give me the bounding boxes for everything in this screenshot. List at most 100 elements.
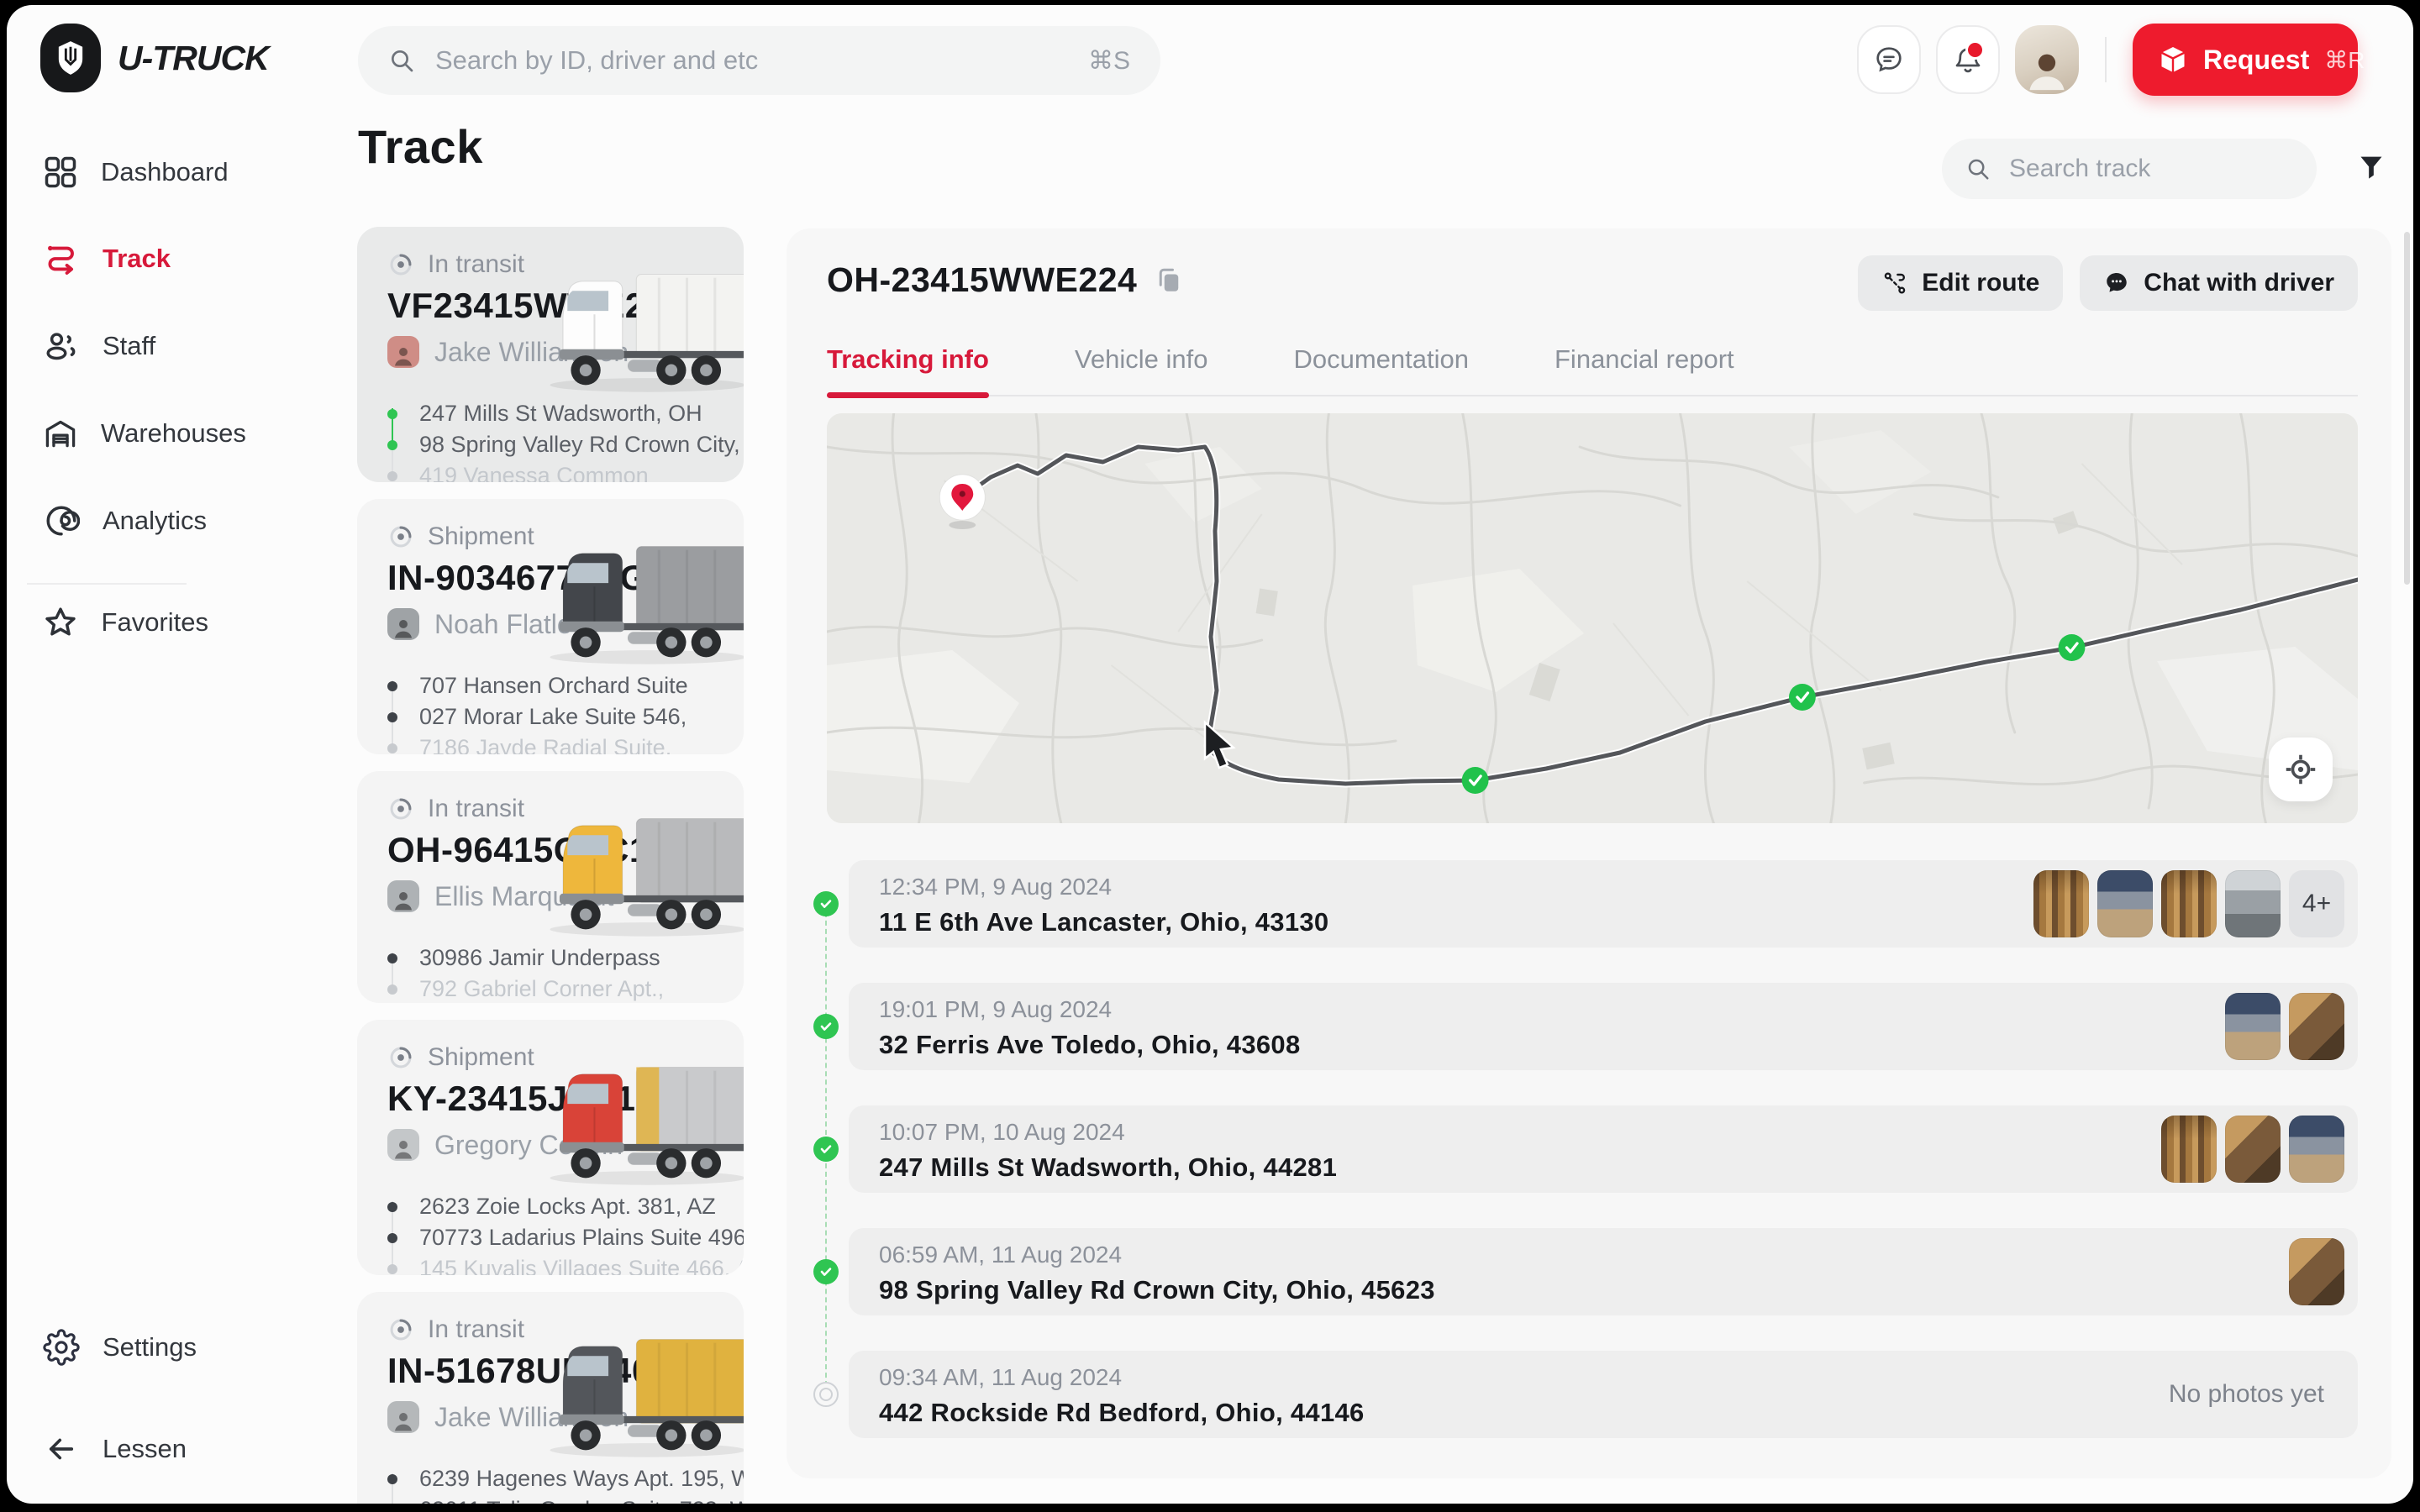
timeline-entry: 10:07 PM, 10 Aug 2024 247 Mills St Wadsw…: [812, 1105, 2358, 1193]
checkpoint-time: 06:59 AM, 11 Aug 2024: [879, 1242, 1122, 1268]
timeline-card[interactable]: 06:59 AM, 11 Aug 2024 98 Spring Valley R…: [849, 1228, 2358, 1315]
sidebar-item-settings[interactable]: Settings: [7, 1321, 208, 1373]
global-search-input[interactable]: [434, 45, 1088, 76]
edit-route-button[interactable]: Edit route: [1858, 255, 2063, 311]
stop-photo[interactable]: [2289, 1238, 2344, 1305]
search-icon: [388, 47, 415, 74]
no-photos-label: No photos yet: [2169, 1351, 2324, 1438]
more-photos-badge[interactable]: 4+: [2289, 870, 2344, 937]
filter-button[interactable]: [2349, 146, 2393, 190]
stop-dot: [387, 1474, 397, 1484]
stop-list: 6239 Hagenes Ways Apt. 195, WI 62611 Tal…: [387, 1463, 665, 1504]
shipment-card[interactable]: Shipment KY-23415JNF155 Gregory Corwin 2…: [357, 1020, 744, 1275]
chat-bubble-filled-icon: [2103, 270, 2130, 297]
sidebar-item-favorites[interactable]: Favorites: [7, 596, 208, 648]
search-icon: [1965, 156, 1991, 181]
stop: 70773 Ladarius Plains Suite 496, AZ: [387, 1222, 665, 1253]
edit-route-icon: [1881, 270, 1908, 297]
status-icon: [387, 1044, 414, 1071]
tab-financial-report[interactable]: Financial report: [1555, 331, 1734, 395]
stop-photo[interactable]: [2097, 870, 2153, 937]
request-shortcut: ⌘R: [2324, 46, 2365, 74]
status-label: Shipment: [428, 522, 534, 551]
stop-dot: [387, 984, 397, 995]
global-search[interactable]: ⌘S: [358, 26, 1160, 95]
funnel-icon: [2354, 151, 2388, 185]
app-logo[interactable]: [40, 24, 101, 92]
shipment-card[interactable]: Shipment IN-9034677ZFG154 Noah Flatley 7…: [357, 499, 744, 754]
user-avatar[interactable]: [2015, 25, 2079, 94]
sidebar-item-staff[interactable]: Staff: [7, 320, 208, 372]
sidebar-collapse-button[interactable]: Lessen: [7, 1423, 208, 1475]
copy-id-button[interactable]: [1154, 264, 1187, 297]
stop-photo[interactable]: [2225, 993, 2281, 1060]
star-icon: [42, 603, 80, 642]
stop-photo[interactable]: [2225, 870, 2281, 937]
shipment-card[interactable]: In transit OH-96415GFC145 Ellis Marquard…: [357, 771, 744, 1003]
sidebar-item-warehouses[interactable]: Warehouses: [7, 407, 208, 459]
copy-icon: [1154, 265, 1187, 296]
detail-tabs: Tracking info Vehicle info Documentation…: [827, 331, 2358, 396]
checkpoint-time: 10:07 PM, 10 Aug 2024: [879, 1119, 1125, 1146]
stop-list: 2623 Zoie Locks Apt. 381, AZ 70773 Ladar…: [387, 1191, 665, 1275]
shipment-card[interactable]: In transit IN-51678URE401 Jake Williamso…: [357, 1292, 744, 1504]
messages-button[interactable]: [1857, 25, 1921, 94]
tab-tracking-info[interactable]: Tracking info: [827, 331, 989, 395]
status-label: In transit: [428, 250, 524, 279]
stop: 707 Hansen Orchard Suite: [387, 670, 665, 701]
status-label: Shipment: [428, 1043, 534, 1072]
timeline-entry: 12:34 PM, 9 Aug 2024 11 E 6th Ave Lancas…: [812, 860, 2358, 948]
tab-vehicle-info[interactable]: Vehicle info: [1075, 331, 1208, 395]
checkpoint-status-icon: [813, 1382, 839, 1407]
route-icon: [42, 239, 81, 278]
tab-documentation[interactable]: Documentation: [1293, 331, 1469, 395]
locate-button[interactable]: [2269, 738, 2333, 801]
notifications-button[interactable]: [1936, 25, 2000, 94]
status-icon: [387, 795, 414, 822]
app-window: U-TRUCK ⌘S Request: [7, 5, 2413, 1504]
stop-dot: [387, 953, 397, 963]
track-search-input[interactable]: [2007, 154, 2335, 184]
request-label: Request: [2203, 45, 2309, 76]
track-search[interactable]: [1942, 139, 2317, 199]
route-map[interactable]: [827, 413, 2358, 823]
driver-avatar: [387, 1129, 419, 1161]
shield-icon: [56, 40, 85, 76]
request-button[interactable]: Request ⌘R: [2133, 24, 2358, 96]
checkpoint-address: 11 E 6th Ave Lancaster, Ohio, 43130: [879, 907, 1328, 937]
stop-photo[interactable]: [2225, 1116, 2281, 1183]
checkpoint-address: 32 Ferris Ave Toledo, Ohio, 43608: [879, 1030, 1301, 1060]
logo-wordmark: U-TRUCK: [118, 39, 269, 78]
analytics-icon: [42, 501, 81, 540]
timeline-card[interactable]: 09:34 AM, 11 Aug 2024 442 Rockside Rd Be…: [849, 1351, 2358, 1438]
stop-dot: [387, 409, 397, 419]
timeline-entry: 19:01 PM, 9 Aug 2024 32 Ferris Ave Toled…: [812, 983, 2358, 1070]
stop-photo[interactable]: [2161, 870, 2217, 937]
chat-bubble-icon: [1873, 44, 1905, 76]
tracking-timeline: 12:34 PM, 9 Aug 2024 11 E 6th Ave Lancas…: [812, 860, 2358, 1473]
stop-photo[interactable]: [2161, 1116, 2217, 1183]
stop-photo[interactable]: [2033, 870, 2089, 937]
stop-dot: [387, 712, 397, 722]
stop-photo[interactable]: [2289, 1116, 2344, 1183]
shipment-card[interactable]: In transit VF23415WWE224 Jake Williamson…: [357, 227, 744, 482]
checkpoint-status-icon: [813, 1259, 839, 1284]
edit-route-label: Edit route: [1922, 269, 2039, 297]
timeline-card[interactable]: 12:34 PM, 9 Aug 2024 11 E 6th Ave Lancas…: [849, 860, 2358, 948]
person-photo: [2023, 45, 2071, 94]
chat-with-driver-button[interactable]: Chat with driver: [2080, 255, 2358, 311]
sidebar-item-analytics[interactable]: Analytics: [7, 495, 208, 547]
sidebar-item-track[interactable]: Track: [7, 233, 208, 285]
stop-list: 30986 Jamir Underpass 792 Gabriel Corner…: [387, 942, 665, 1003]
stop-dot: [387, 1202, 397, 1212]
stop-photo[interactable]: [2289, 993, 2344, 1060]
dashboard-icon: [42, 153, 79, 192]
topbar-divider: [2105, 37, 2107, 82]
stop: 98 Spring Valley Rd Crown City, OH: [387, 429, 665, 460]
timeline-card[interactable]: 10:07 PM, 10 Aug 2024 247 Mills St Wadsw…: [849, 1105, 2358, 1193]
truck-image: [539, 1058, 744, 1189]
stop: 145 Kuvalis Villages Suite 466, AZ: [387, 1253, 665, 1275]
timeline-card[interactable]: 19:01 PM, 9 Aug 2024 32 Ferris Ave Toled…: [849, 983, 2358, 1070]
scrollbar[interactable]: [2404, 232, 2410, 585]
sidebar-item-dashboard[interactable]: Dashboard: [7, 146, 208, 198]
